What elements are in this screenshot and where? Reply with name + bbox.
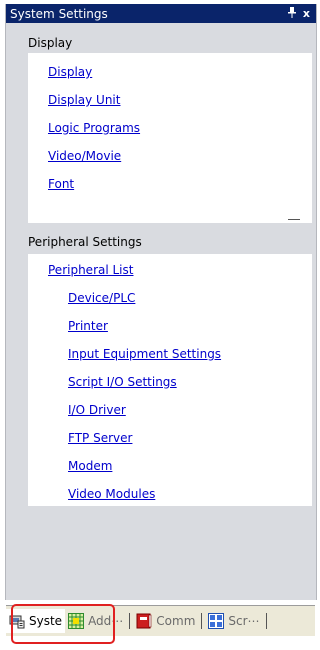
system-settings-panel: System Settings x Display Display Displa… bbox=[5, 4, 317, 600]
panel-title-bar[interactable]: System Settings x bbox=[6, 4, 316, 23]
link-logic-programs[interactable]: Logic Programs bbox=[28, 114, 312, 142]
tab-separator bbox=[201, 613, 203, 629]
pin-icon[interactable] bbox=[287, 6, 297, 21]
tab-separator bbox=[265, 613, 267, 629]
display-links-box: Display Display Unit Logic Programs Vide… bbox=[28, 53, 312, 223]
tab-address[interactable]: Add⋯ bbox=[65, 609, 126, 633]
close-icon[interactable]: x bbox=[303, 7, 310, 20]
tab-label: Comm bbox=[156, 614, 196, 628]
link-display-unit[interactable]: Display Unit bbox=[28, 86, 312, 114]
panel-title: System Settings bbox=[10, 6, 108, 21]
link-video-modules[interactable]: Video Modules bbox=[28, 480, 312, 508]
link-modem[interactable]: Modem bbox=[28, 452, 312, 480]
system-settings-icon bbox=[9, 613, 25, 629]
title-controls: x bbox=[287, 6, 310, 21]
link-display[interactable]: Display bbox=[28, 58, 312, 86]
display-section-header: Display bbox=[28, 36, 73, 50]
link-peripheral-list[interactable]: Peripheral List bbox=[28, 256, 312, 284]
link-font[interactable]: Font bbox=[28, 170, 312, 198]
link-device-plc[interactable]: Device/PLC bbox=[28, 284, 312, 312]
tab-screen-list[interactable]: Scr⋯ bbox=[205, 609, 262, 633]
tab-comment[interactable]: Comm bbox=[133, 609, 198, 633]
address-grid-icon bbox=[68, 613, 85, 629]
peripheral-links-box: Peripheral List Device/PLC Printer Input… bbox=[28, 254, 312, 506]
link-printer[interactable]: Printer bbox=[28, 312, 312, 340]
link-ftp-server[interactable]: FTP Server bbox=[28, 424, 312, 452]
link-video-movie[interactable]: Video/Movie bbox=[28, 142, 312, 170]
bottom-tab-bar: Syste Add⋯ Comm Scr⋯ bbox=[6, 605, 315, 636]
link-input-equipment-settings[interactable]: Input Equipment Settings bbox=[28, 340, 312, 368]
screen-list-icon bbox=[208, 613, 225, 629]
tab-separator bbox=[129, 613, 131, 629]
tab-label: Add⋯ bbox=[88, 614, 124, 628]
comment-book-icon bbox=[136, 613, 152, 629]
peripheral-section-header: Peripheral Settings bbox=[28, 235, 142, 249]
tab-label: Scr⋯ bbox=[228, 614, 260, 628]
scroll-indicator bbox=[288, 219, 300, 220]
link-script-io-settings[interactable]: Script I/O Settings bbox=[28, 368, 312, 396]
tab-system-settings[interactable]: Syste bbox=[6, 609, 66, 633]
link-io-driver[interactable]: I/O Driver bbox=[28, 396, 312, 424]
tab-label: Syste bbox=[29, 614, 63, 628]
